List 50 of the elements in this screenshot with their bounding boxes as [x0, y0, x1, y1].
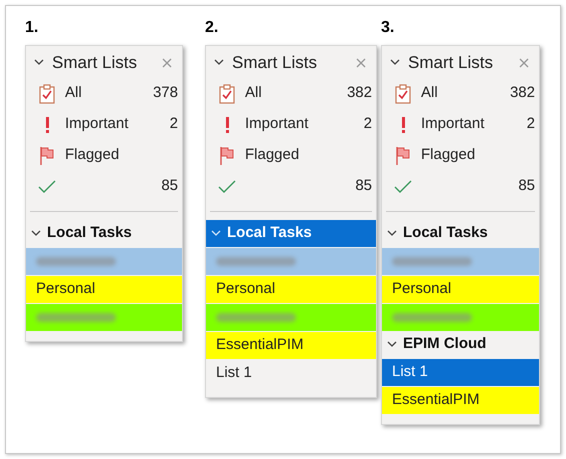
section-title[interactable]: Smart Lists — [52, 50, 154, 76]
smart-list-item[interactable]: Important 2 — [382, 109, 539, 140]
close-icon — [519, 58, 529, 68]
close-icon — [356, 58, 366, 68]
smart-list-item[interactable]: 85 — [206, 171, 376, 202]
section-title[interactable]: Smart Lists — [232, 50, 348, 76]
smart-list-item[interactable]: 85 — [26, 171, 182, 202]
checkmark-icon — [38, 178, 56, 194]
smart-list-item[interactable]: Important 2 — [206, 109, 376, 140]
exclamation-icon — [402, 116, 404, 132]
panel-number: 1. — [25, 18, 40, 38]
group-header[interactable]: Local Tasks — [382, 220, 539, 247]
smart-list-item[interactable]: All 378 — [26, 78, 182, 109]
group-header[interactable]: Local Tasks — [26, 220, 182, 247]
smart-list-item[interactable]: All 382 — [206, 78, 376, 109]
smart-list-item[interactable]: All 382 — [382, 78, 539, 109]
task-list-item[interactable] — [26, 304, 182, 331]
task-list-item[interactable]: Personal — [206, 276, 376, 303]
task-list-item[interactable]: Personal — [26, 276, 182, 303]
clipboard-check-icon — [219, 84, 235, 104]
task-list-item[interactable]: List 1 — [206, 360, 376, 387]
group-header[interactable]: EPIM Cloud — [382, 331, 539, 358]
clipboard-check-icon — [39, 84, 55, 104]
task-list-item[interactable]: Personal — [382, 276, 539, 303]
flag-icon — [39, 146, 55, 166]
smart-list-item[interactable]: Flagged — [26, 140, 182, 171]
group-header[interactable]: Local Tasks — [206, 220, 376, 247]
checkmark-icon — [218, 178, 236, 194]
smart-list-item[interactable]: Important 2 — [26, 109, 182, 140]
panel-number: 2. — [205, 18, 220, 38]
task-list-item[interactable] — [206, 248, 376, 275]
exclamation-icon — [46, 116, 48, 132]
task-list-item[interactable]: List 1 — [382, 359, 539, 386]
smart-list-item[interactable]: Flagged — [206, 140, 376, 171]
panel-number: 3. — [381, 18, 396, 38]
close-icon — [162, 58, 172, 68]
checkmark-icon — [394, 178, 412, 194]
smart-list-item[interactable]: Flagged — [382, 140, 539, 171]
task-list-item[interactable] — [382, 248, 539, 275]
smart-list-item[interactable]: 85 — [382, 171, 539, 202]
task-list-item[interactable]: EssentialPIM — [382, 387, 539, 414]
task-list-item[interactable]: EssentialPIM — [206, 332, 376, 359]
section-title[interactable]: Smart Lists — [408, 50, 511, 76]
clipboard-check-icon — [395, 84, 411, 104]
task-list-item[interactable] — [382, 304, 539, 331]
task-list-item[interactable] — [26, 248, 182, 275]
flag-icon — [395, 146, 411, 166]
flag-icon — [219, 146, 235, 166]
exclamation-icon — [226, 116, 228, 132]
task-list-item[interactable] — [206, 304, 376, 331]
